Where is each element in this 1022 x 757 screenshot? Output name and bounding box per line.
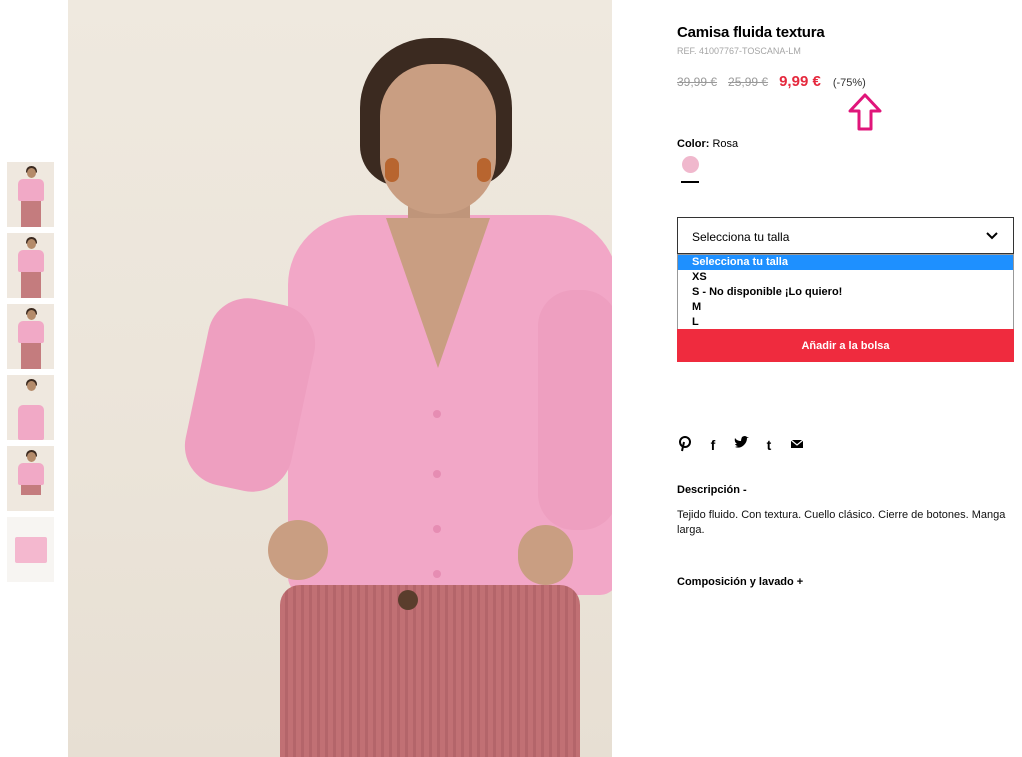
description-text: Tejido fluido. Con textura. Cuello clási… bbox=[677, 509, 1006, 536]
price-current: 9,99 € bbox=[779, 73, 821, 90]
thumbnail-5[interactable] bbox=[7, 446, 54, 511]
description-heading[interactable]: Descripción - bbox=[677, 484, 747, 496]
color-swatch-rosa[interactable] bbox=[682, 156, 699, 173]
color-label-row: Color: Rosa bbox=[677, 138, 738, 150]
thumbnail-4[interactable] bbox=[7, 375, 54, 440]
product-main-image[interactable] bbox=[68, 0, 612, 757]
color-value: Rosa bbox=[712, 138, 739, 150]
size-option-m[interactable]: M bbox=[678, 300, 1013, 315]
product-title: Camisa fluida textura bbox=[677, 24, 825, 41]
price-original: 39,99 € bbox=[677, 75, 718, 89]
facebook-icon[interactable]: f bbox=[705, 436, 721, 454]
social-share-bar: f t bbox=[677, 436, 805, 454]
product-reference: REF. 41007767-TOSCANA-LM bbox=[677, 46, 801, 56]
price-previous: 25,99 € bbox=[728, 75, 769, 89]
email-icon[interactable] bbox=[789, 436, 805, 454]
pinterest-icon[interactable] bbox=[677, 436, 693, 454]
thumbnail-1[interactable] bbox=[7, 162, 54, 227]
annotation-arrow-icon bbox=[848, 93, 882, 131]
chevron-down-icon bbox=[986, 232, 998, 240]
size-dropdown-list: Selecciona tu talla XS S - No disponible… bbox=[677, 254, 1014, 330]
thumbnail-3[interactable] bbox=[7, 304, 54, 369]
size-option-l[interactable]: L bbox=[678, 315, 1013, 330]
size-select-value: Selecciona tu talla bbox=[692, 230, 790, 244]
thumbnail-list bbox=[7, 162, 54, 588]
composition-heading[interactable]: Composición y lavado + bbox=[677, 576, 803, 588]
tumblr-icon[interactable]: t bbox=[761, 436, 777, 454]
color-label: Color: bbox=[677, 138, 710, 150]
thumbnail-2[interactable] bbox=[7, 233, 54, 298]
discount-badge: (-75%) bbox=[832, 77, 866, 89]
thumbnail-6[interactable] bbox=[7, 517, 54, 582]
price-row: 39,99 € 25,99 € 9,99 € (-75%) bbox=[677, 73, 866, 90]
size-select[interactable]: Selecciona tu talla bbox=[677, 217, 1014, 254]
selected-swatch-indicator bbox=[681, 181, 699, 183]
twitter-icon[interactable] bbox=[733, 436, 749, 454]
size-option-s[interactable]: S - No disponible ¡Lo quiero! bbox=[678, 285, 1013, 300]
add-to-bag-button[interactable]: Añadir a la bolsa bbox=[677, 329, 1014, 362]
size-option-xs[interactable]: XS bbox=[678, 270, 1013, 285]
size-option[interactable]: Selecciona tu talla bbox=[678, 255, 1013, 270]
